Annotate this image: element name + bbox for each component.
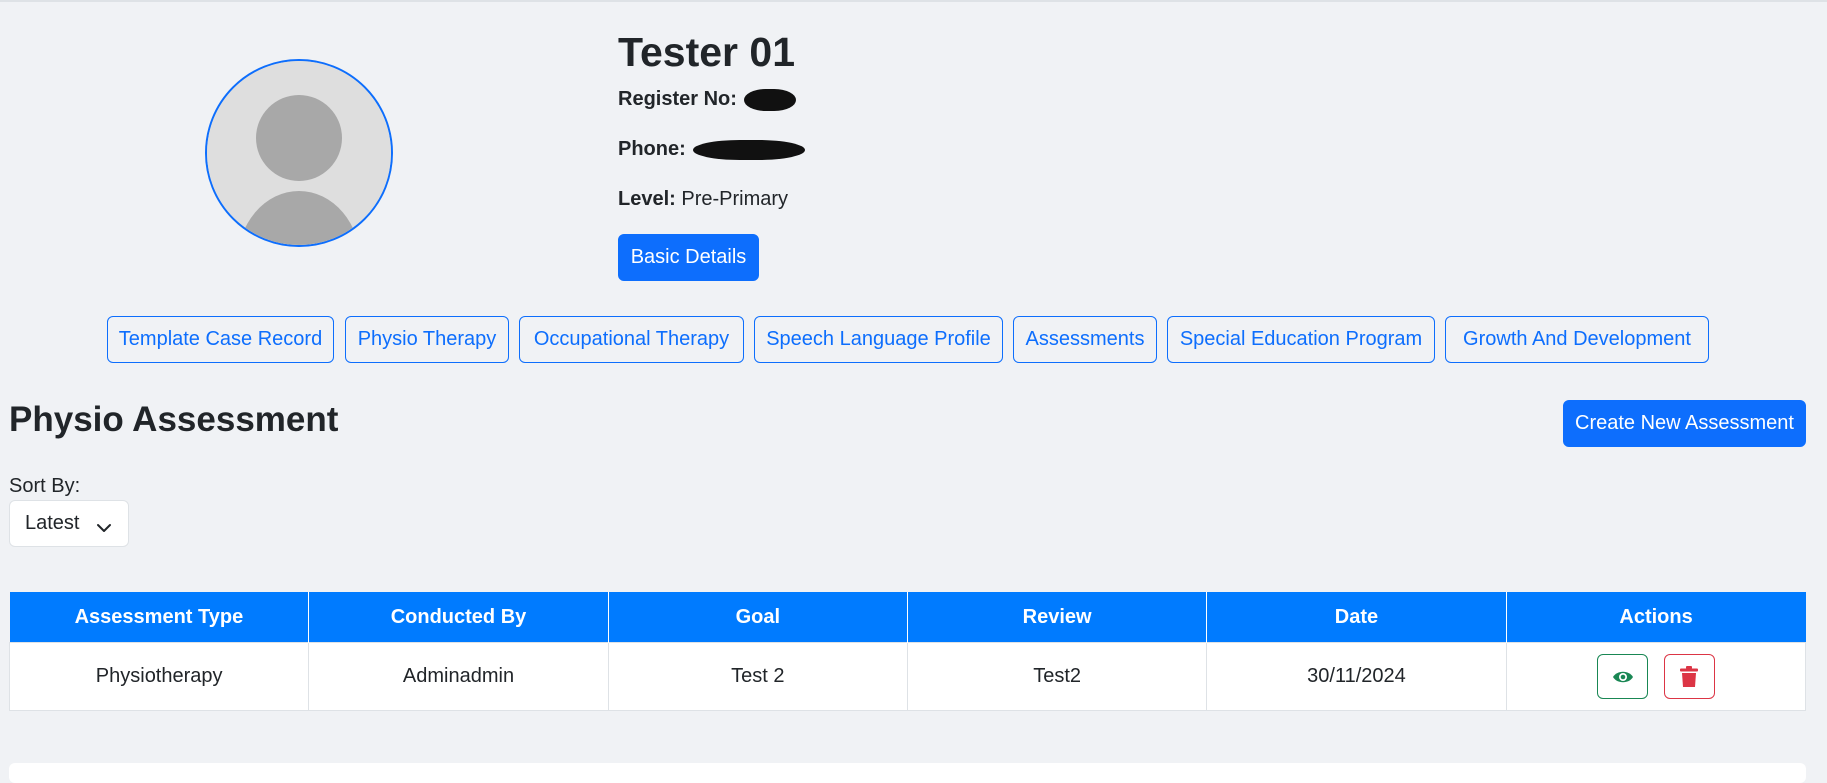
phone-row: Phone:	[618, 138, 806, 161]
delete-button[interactable]	[1663, 654, 1715, 699]
header-date: Date	[1206, 592, 1507, 643]
register-label: Register No:	[618, 88, 737, 110]
sort-select[interactable]: Latest	[9, 500, 129, 547]
profile-name: Tester 01	[618, 29, 796, 75]
header-assessment-type: Assessment Type	[9, 592, 310, 643]
tab-growth-and-development[interactable]: Growth And Development	[1445, 316, 1709, 363]
header-review: Review	[907, 592, 1208, 643]
phone-redacted	[693, 139, 806, 160]
basic-details-button[interactable]: Basic Details	[618, 234, 759, 281]
tab-occupational-therapy[interactable]: Occupational Therapy	[519, 316, 744, 363]
cell-date: 30/11/2024	[1206, 642, 1507, 711]
phone-label: Phone:	[618, 138, 686, 160]
cell-review: Test2	[906, 642, 1208, 711]
table-header-row: Assessment Type Conducted By Goal Review…	[9, 592, 1806, 643]
cell-goal: Test 2	[607, 642, 908, 711]
eye-icon	[1612, 671, 1633, 682]
level-label: Level:	[618, 188, 676, 210]
view-button[interactable]	[1597, 654, 1649, 699]
avatar	[205, 59, 393, 247]
chevron-down-icon	[96, 517, 112, 540]
section-title: Physio Assessment	[9, 400, 339, 439]
tab-speech-language-profile[interactable]: Speech Language Profile	[754, 316, 1003, 363]
cell-actions	[1505, 642, 1807, 711]
cell-assessment-type: Physiotherapy	[8, 642, 310, 711]
cell-conducted-by: Adminadmin	[308, 642, 609, 711]
tab-physio-therapy[interactable]: Physio Therapy	[345, 316, 509, 363]
header-conducted-by: Conducted By	[308, 592, 609, 643]
user-avatar-icon	[207, 61, 391, 245]
tab-special-education-program[interactable]: Special Education Program	[1167, 316, 1435, 363]
trash-icon	[1680, 665, 1699, 687]
table-row: Physiotherapy Adminadmin Test 2 Test2 30…	[8, 642, 1807, 711]
register-row: Register No:	[618, 88, 797, 111]
header-actions: Actions	[1506, 592, 1806, 643]
register-redacted	[744, 88, 797, 111]
header-goal: Goal	[608, 592, 908, 643]
assessments-table: Assessment Type Conducted By Goal Review…	[8, 592, 1807, 711]
tab-template-case-record[interactable]: Template Case Record	[107, 316, 334, 363]
top-edge-divider	[0, 0, 1827, 2]
sort-label: Sort By:	[9, 475, 81, 497]
create-assessment-button[interactable]: Create New Assessment	[1563, 400, 1806, 447]
profile-info: Tester 01 Register No: Phone: Level: Pre…	[618, 28, 806, 281]
tab-assessments[interactable]: Assessments	[1013, 316, 1157, 363]
level-value: Pre-Primary	[681, 188, 789, 210]
sort-select-value: Latest	[25, 512, 80, 534]
assessment-tabs: Template Case Record Physio Therapy Occu…	[0, 316, 1827, 364]
level-row: Level: Pre-Primary	[618, 188, 788, 211]
bottom-card	[9, 763, 1806, 783]
